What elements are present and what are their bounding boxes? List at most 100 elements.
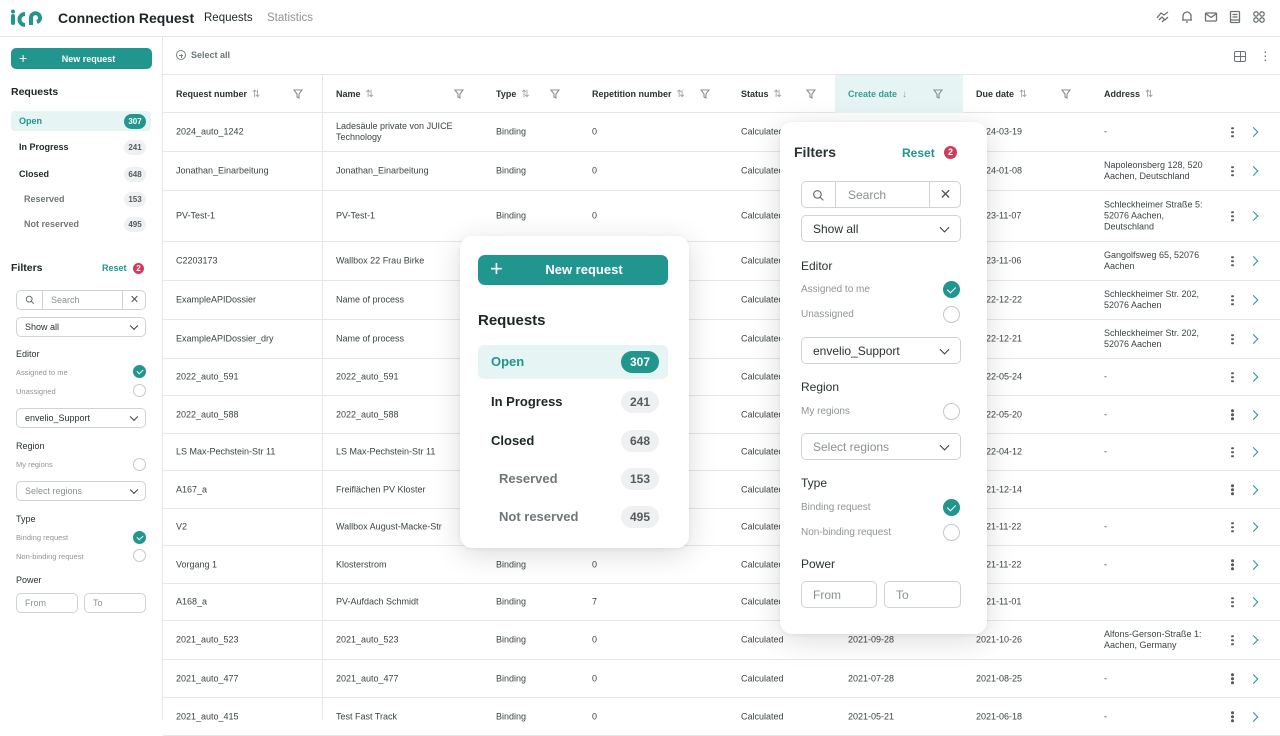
sort-icon[interactable]: ↓ [902,89,907,100]
filter-icon[interactable] [700,75,712,113]
app-logo[interactable] [10,9,44,27]
row-more-icon[interactable] [1231,483,1234,497]
row-more-icon[interactable] [1231,293,1234,307]
table-row[interactable]: A168_a PV-Aufdach Schmidt Binding 7 Calculat… [163,584,1280,621]
sidebar-item-closed[interactable]: Closed 648 [11,164,151,184]
row-more-icon[interactable] [1231,408,1234,422]
regions-select[interactable]: Select regions [16,481,146,501]
sort-icon[interactable]: ⇅ [252,89,261,100]
table-row[interactable]: 2022_auto_5912022_auto_591Binding0Calcul… [163,359,1280,396]
open-row-chevron-icon[interactable] [1248,447,1259,457]
open-row-chevron-icon[interactable] [1248,256,1259,266]
table-row[interactable]: PV-Test-1 PV-Test-1 Binding 0 Calculated 2023… [163,191,1280,242]
show-select[interactable]: Show all [801,215,961,242]
open-row-chevron-icon[interactable] [1248,522,1259,532]
apps-grid-icon[interactable] [1252,10,1266,24]
show-select[interactable]: Show all [16,317,146,337]
editor-select[interactable]: envelio_Support [801,337,961,364]
non-binding-request-checkbox[interactable] [133,549,146,562]
row-more-icon[interactable] [1231,672,1234,686]
row-more-icon[interactable] [1231,445,1234,459]
row-more-icon[interactable] [1231,254,1234,268]
filter-icon[interactable] [806,75,818,113]
nav-statistics[interactable]: Statistics [267,12,313,24]
table-row[interactable]: 2022_auto_5882022_auto_588Binding0Calcul… [163,396,1280,434]
nav-requests[interactable]: Requests [204,12,253,24]
sidebar-item-not-reserved[interactable]: Not reserved 495 [11,214,151,234]
row-more-icon[interactable] [1231,332,1234,346]
more-options-icon[interactable]: · · · [1263,44,1268,66]
reset-filters-button[interactable]: Reset [902,146,935,160]
row-more-icon[interactable] [1231,209,1234,223]
column-header-name[interactable]: Name ⇅ [336,75,375,113]
clear-search-icon[interactable]: ✕ [122,291,146,309]
table-row[interactable]: A167_aFreiflächen PV KlosterBinding0Calc… [163,471,1280,509]
bell-icon[interactable] [1180,10,1194,24]
non-binding-request-checkbox[interactable] [943,524,960,541]
open-row-chevron-icon[interactable] [1248,295,1259,305]
panel-item-in-progress[interactable]: In Progress 241 [478,385,668,419]
filter-icon[interactable] [550,75,562,113]
panel-item-reserved[interactable]: Reserved 153 [478,462,668,496]
reset-filters-button[interactable]: Reset [102,263,127,273]
search-input[interactable]: Search ✕ [801,181,961,208]
filter-icon[interactable] [454,75,466,113]
book-icon[interactable] [1228,10,1242,24]
row-more-icon[interactable] [1231,370,1234,384]
open-row-chevron-icon[interactable] [1248,484,1259,495]
open-row-chevron-icon[interactable] [1248,409,1259,420]
new-request-button-large[interactable]: + New request [478,255,668,285]
open-row-chevron-icon[interactable] [1248,673,1259,684]
open-row-chevron-icon[interactable] [1248,211,1259,221]
panel-item-not-reserved[interactable]: Not reserved 495 [478,500,668,534]
mail-icon[interactable] [1204,10,1218,24]
panel-item-open[interactable]: Open 307 [478,345,668,379]
layout-grid-icon[interactable] [1234,51,1246,62]
table-row[interactable]: V2Wallbox August-Macke-StrBinding0Calcul… [163,509,1280,546]
sort-icon[interactable]: ⇅ [1145,89,1154,100]
sort-icon[interactable]: ⇅ [1019,89,1028,100]
table-row[interactable]: Vorgang 1 Klosterstrom Binding 0 Calculated 2… [163,546,1280,584]
column-header-repetition-number[interactable]: Repetition number ⇅ [592,75,686,113]
table-row[interactable]: ExampleAPIDossierName of processBinding0… [163,281,1280,320]
panel-item-closed[interactable]: Closed 648 [478,424,668,458]
search-input[interactable]: Search ✕ [16,290,146,310]
row-more-icon[interactable] [1231,164,1234,178]
table-row[interactable]: 2021_auto_477 2021_auto_477 Binding 0 Calcul… [163,660,1280,698]
new-request-button[interactable]: + New request [11,48,152,69]
handshake-icon[interactable] [1156,10,1170,24]
sort-icon[interactable]: ⇅ [677,89,686,100]
open-row-chevron-icon[interactable] [1248,559,1259,570]
column-header-request-number[interactable]: Request number ⇅ [176,75,261,113]
table-row[interactable]: LS Max-Pechstein-Str 11 LS Max-Pechstein-… [163,434,1280,471]
filter-icon[interactable] [933,75,945,113]
sort-icon[interactable]: ⇅ [774,89,783,100]
open-row-chevron-icon[interactable] [1248,372,1259,382]
my-regions-checkbox[interactable] [943,403,960,420]
open-row-chevron-icon[interactable] [1248,127,1259,137]
row-more-icon[interactable] [1231,633,1234,647]
my-regions-checkbox[interactable] [133,458,146,471]
column-header-due-date[interactable]: Due date ⇅ [976,75,1028,113]
table-row[interactable]: 2021_auto_523 2021_auto_523 Binding 0 Calcul… [163,621,1280,660]
table-row[interactable]: C2203173Wallbox 22 Frau BirkeBinding0Cal… [163,242,1280,281]
power-to-input[interactable]: To [84,593,146,613]
table-row[interactable]: 2021_auto_415 Test Fast Track Binding 0 Calc… [163,698,1280,736]
power-to-input[interactable]: To [884,581,961,608]
unassigned-checkbox[interactable] [943,306,960,323]
sidebar-item-reserved[interactable]: Reserved 153 [11,189,151,209]
table-row[interactable]: 2024_auto_1242 Ladesäule private von JUIC… [163,113,1280,152]
table-row[interactable]: Jonathan_Einarbeitung Jonathan_Einarbeitu… [163,152,1280,191]
assigned-to-me-checkbox[interactable] [943,281,960,298]
select-all-button[interactable]: Select all [176,50,230,60]
binding-request-checkbox[interactable] [943,499,960,516]
editor-select[interactable]: envelio_Support [16,408,146,428]
row-more-icon[interactable] [1231,558,1234,572]
sort-icon[interactable]: ⇅ [366,89,375,100]
filter-icon[interactable] [293,75,305,113]
column-header-address[interactable]: Address ⇅ [1104,75,1154,113]
regions-select[interactable]: Select regions [801,433,961,460]
filter-icon[interactable] [1061,75,1073,113]
row-more-icon[interactable] [1231,710,1234,724]
power-from-input[interactable]: From [16,593,78,613]
